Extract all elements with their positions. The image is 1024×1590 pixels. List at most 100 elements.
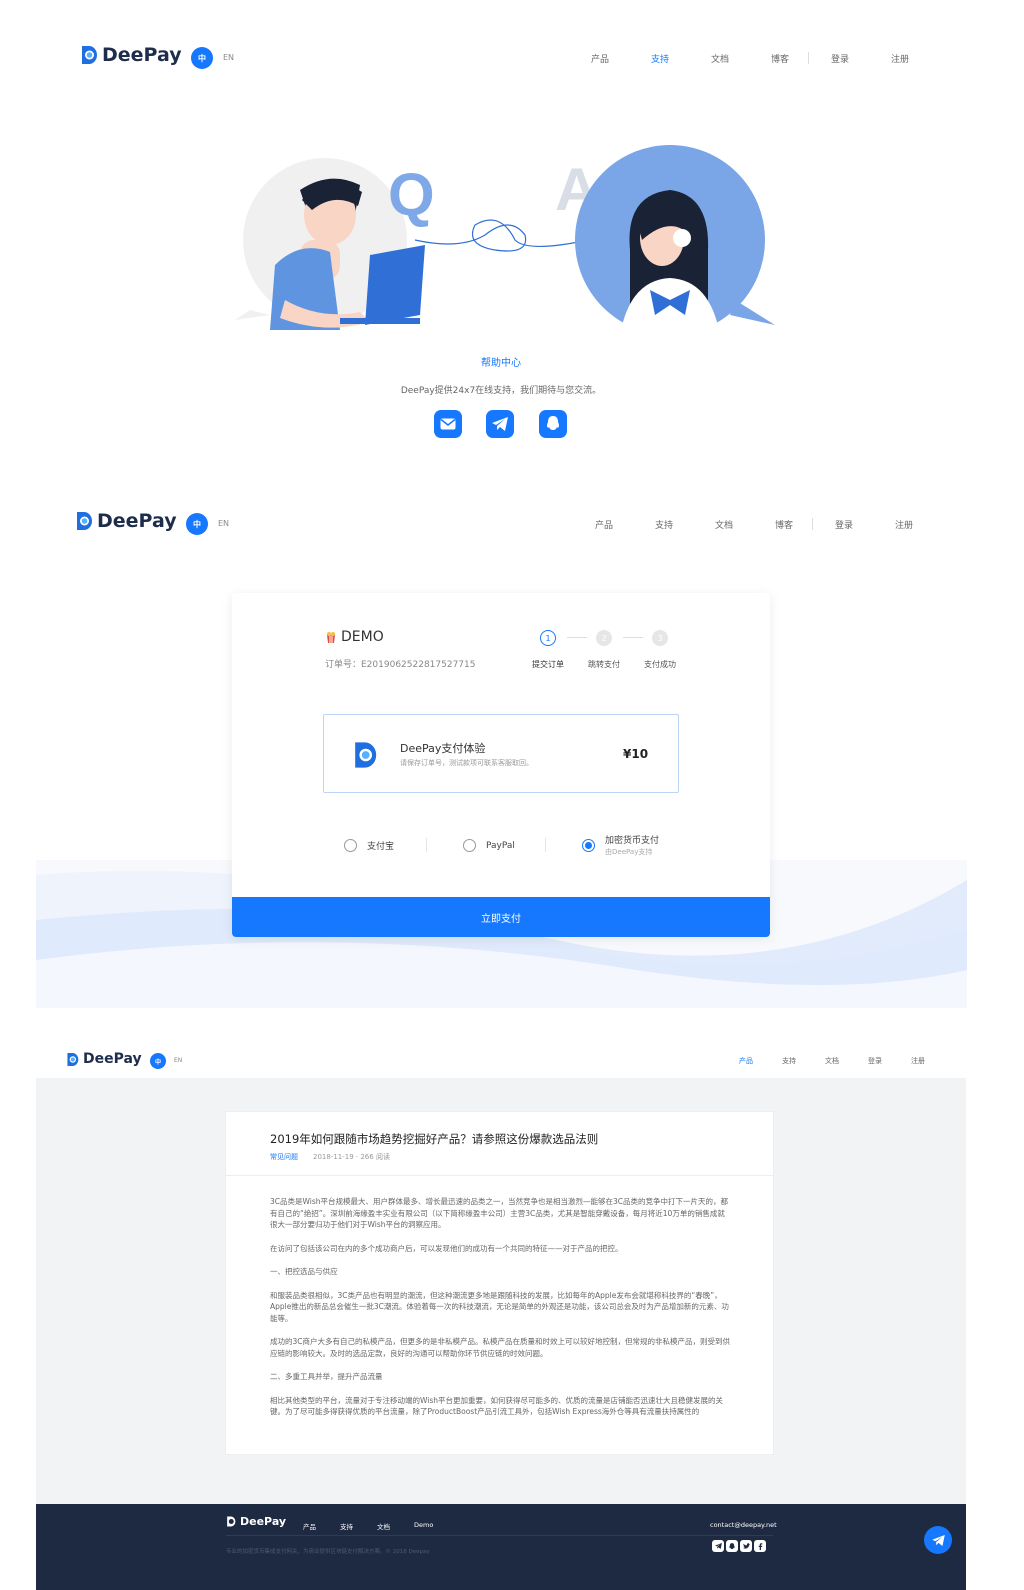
product-name: DeePay支付体验 — [400, 742, 486, 755]
nav-docs[interactable]: 文档 — [706, 518, 742, 531]
nav-products[interactable]: 产品 — [586, 518, 622, 531]
article-title: 2019年如何跟随市场趋势挖掘好产品？请参照这份爆款选品法则 — [270, 1132, 599, 1146]
method-crypto[interactable]: 加密货币支付 由DeePay支持 — [582, 833, 659, 857]
lang-zh-button[interactable]: 中 — [186, 513, 208, 535]
step-1-label: 提交订单 — [532, 660, 564, 669]
product-box: DeePay支付体验 请保存订单号，测试款项可联系客服取回。 ¥10 — [323, 714, 679, 793]
nav-login[interactable]: 登录 — [826, 518, 862, 531]
checkout-card: DEMO 订单号：E2019062522817527715 1 2 3 提交订单… — [232, 593, 770, 937]
pay-now-button[interactable]: 立即支付 — [232, 897, 770, 937]
crypto-label: 加密货币支付 — [605, 836, 660, 846]
nav-products[interactable]: 产品 — [582, 52, 618, 65]
telegram-button[interactable] — [486, 410, 514, 438]
footer-divider — [226, 1535, 773, 1536]
footer-link-products[interactable]: 产品 — [303, 1521, 316, 1531]
nav-products[interactable]: 产品 — [732, 1056, 760, 1066]
step-2-label: 跳转支付 — [588, 660, 620, 669]
footer-logo[interactable]: DeePay — [226, 1515, 286, 1528]
article-paragraph: 在访问了包括该公司在内的多个成功商户后，可以发现他们的成功有一个共同的特征——对… — [270, 1243, 623, 1253]
article-meta: 2018-11-19 · 266 阅读 — [313, 1153, 390, 1161]
step-connector — [623, 637, 643, 638]
nav-register[interactable]: 注册 — [882, 52, 918, 65]
lang-en-button[interactable]: EN — [218, 519, 229, 528]
telegram-icon — [492, 417, 508, 431]
article-paragraph: 3C品类是Wish平台规模最大、用户群体最多、增长最迅速的品类之一，当然竞争也是… — [270, 1197, 729, 1229]
brand-name: DeePay — [97, 510, 177, 532]
article-paragraph: 相比其他类型的平台，流量对于专注移动端的Wish平台更加重要，如何获得尽可能多的… — [270, 1395, 723, 1417]
footer-email[interactable]: contact@deepay.net — [710, 1521, 777, 1529]
nav-blog[interactable]: 博客 — [766, 518, 802, 531]
twitter-icon[interactable] — [740, 1540, 752, 1552]
method-paypal[interactable]: PayPal — [463, 839, 515, 852]
crypto-radio[interactable] — [582, 838, 595, 852]
deepay-logo-icon — [77, 512, 92, 530]
telegram-icon[interactable] — [712, 1540, 724, 1552]
deepay-logo-icon — [82, 46, 97, 64]
alipay-radio[interactable] — [344, 839, 357, 852]
qq-icon[interactable] — [726, 1540, 738, 1552]
nav-login[interactable]: 登录 — [861, 1056, 889, 1066]
order-number: 订单号：E2019062522817527715 — [325, 660, 476, 670]
article-paragraph: 成功的3C商户大多有自己的私模产品，但更多的是非私模产品。私模产品在质量和时效上… — [270, 1337, 731, 1358]
support-desc: DeePay提供24x7在线支持，我们期待与您交流。 — [400, 386, 602, 396]
shop-name: DEMO — [341, 629, 384, 645]
nav-docs[interactable]: 文档 — [818, 1056, 846, 1066]
article-heading: 一、把控选品与供应 — [270, 1267, 338, 1276]
deepay-product-icon — [355, 742, 377, 768]
deepay-logo-icon — [227, 1516, 236, 1527]
nav-support[interactable]: 支持 — [642, 52, 678, 65]
footer-copyright: 专业的加密货币集成支付网关，为商业提供区块链支付解决方案。© 2018 Deep… — [226, 1549, 430, 1555]
lang-zh-button[interactable]: 中 — [150, 1053, 166, 1069]
crypto-sublabel: 由DeePay支持 — [605, 848, 653, 856]
support-illustration: Q A — [235, 145, 775, 335]
footer-link-demo[interactable]: Demo — [414, 1521, 433, 1531]
footer-link-support[interactable]: 支持 — [340, 1521, 353, 1531]
step-3-indicator: 3 — [652, 630, 668, 646]
nav-login[interactable]: 登录 — [822, 52, 858, 65]
brand-logo[interactable]: DeePay — [75, 510, 177, 532]
brand-logo[interactable]: DeePay — [80, 44, 182, 66]
footer-link-docs[interactable]: 文档 — [377, 1521, 390, 1531]
method-alipay[interactable]: 支付宝 — [344, 839, 394, 852]
lang-zh-button[interactable]: 中 — [191, 47, 213, 69]
article-paragraph: 和服装品类很相似，3C类产品也有明显的潮流，但这种潮流更多地是跟随科技的发展，比… — [270, 1290, 729, 1323]
product-price: ¥10 — [623, 747, 649, 761]
nav-blog[interactable]: 博客 — [762, 52, 798, 65]
paypal-label: PayPal — [486, 840, 515, 851]
qq-icon — [547, 416, 559, 430]
nav-support[interactable]: 支持 — [646, 518, 682, 531]
article-divider — [226, 1175, 775, 1176]
method-divider — [426, 838, 427, 852]
footer-brand-name: DeePay — [240, 1515, 287, 1528]
lang-en-button[interactable]: EN — [223, 53, 234, 62]
paypal-radio[interactable] — [463, 839, 476, 852]
footer-links: 产品 支持 文档 Demo — [303, 1521, 433, 1531]
step-1-indicator: 1 — [540, 630, 556, 646]
nav-register[interactable]: 注册 — [886, 518, 922, 531]
footer-social — [710, 1540, 766, 1552]
article-card: 2019年如何跟随市场趋势挖掘好产品？请参照这份爆款选品法则 常见问题 2018… — [225, 1111, 775, 1455]
article-category[interactable]: 常见问题 — [270, 1152, 298, 1162]
product-note: 请保存订单号，测试款项可联系客服取回。 — [400, 759, 533, 767]
facebook-icon[interactable] — [754, 1540, 766, 1552]
deepay-logo-icon — [67, 1052, 79, 1066]
telegram-icon — [931, 1534, 945, 1546]
popcorn-icon — [327, 632, 335, 643]
lang-en-button[interactable]: EN — [174, 1057, 182, 1064]
step-2-indicator: 2 — [596, 630, 612, 646]
brand-name: DeePay — [102, 44, 182, 66]
qq-button[interactable] — [539, 410, 567, 438]
footer: DeePay 产品 支持 文档 Demo contact@deepay.net … — [36, 1504, 966, 1590]
nav-support[interactable]: 支持 — [775, 1056, 803, 1066]
nav-docs[interactable]: 文档 — [702, 52, 738, 65]
brand-logo[interactable]: DeePay — [66, 1051, 142, 1067]
article-body: 3C品类是Wish平台规模最大、用户群体最多、增长最迅速的品类之一，当然竞争也是… — [270, 1196, 732, 1418]
mail-icon — [440, 418, 456, 430]
alipay-label: 支付宝 — [367, 842, 395, 852]
mail-button[interactable] — [434, 410, 462, 438]
telegram-float-button[interactable] — [924, 1526, 952, 1554]
brand-name: DeePay — [83, 1051, 142, 1067]
method-divider — [545, 838, 546, 852]
article-heading: 二、多重工具并举，提升产品流量 — [270, 1372, 383, 1381]
nav-register[interactable]: 注册 — [904, 1056, 932, 1066]
